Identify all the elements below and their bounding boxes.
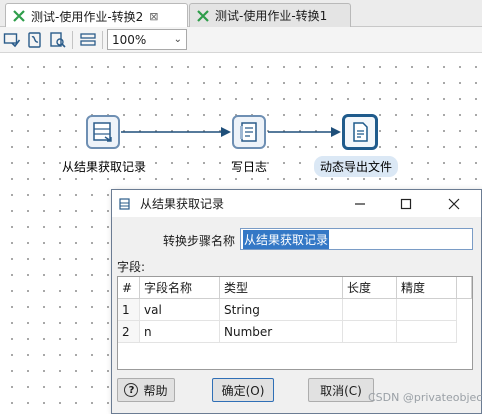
cancel-label: 取消(C)	[320, 383, 362, 398]
ok-label: 确定(O)	[221, 383, 265, 398]
column-header[interactable]: #	[118, 277, 140, 299]
step-dynamic-export-file[interactable]	[342, 114, 378, 150]
field-type-cell[interactable]: String	[220, 299, 343, 321]
dialog-title: 从结果获取记录	[140, 197, 225, 211]
get-fields-button[interactable]	[78, 30, 98, 50]
column-header[interactable]: 精度	[397, 277, 457, 299]
help-button[interactable]: ? 帮助	[117, 378, 175, 402]
maximize-button[interactable]	[383, 190, 429, 217]
ok-button[interactable]: 确定(O)	[212, 378, 274, 402]
run-button[interactable]	[25, 30, 45, 50]
column-header-filler	[457, 277, 472, 299]
tab-transformation-2[interactable]: 测试-使用作业-转换2 ⊠	[5, 3, 188, 28]
row-number[interactable]: 1	[118, 299, 140, 321]
transformation-icon	[13, 10, 25, 22]
help-icon: ?	[124, 383, 139, 397]
field-name-cell[interactable]: n	[140, 321, 220, 343]
close-icon	[448, 198, 460, 209]
chevron-down-icon: ⌄	[173, 34, 182, 45]
step-name-value: 从结果获取记录	[243, 229, 330, 249]
minimize-button[interactable]	[337, 190, 383, 217]
row-number[interactable]: 2	[118, 321, 140, 343]
preview-button[interactable]	[48, 30, 68, 50]
cancel-button[interactable]: 取消(C)	[308, 378, 374, 402]
transformation-icon	[197, 9, 209, 22]
toolbar-divider	[102, 31, 103, 49]
get-rows-from-result-dialog: 从结果获取记录 转换步骤名称 从结果获取记录 字段: # 字段名称 类型 长度 …	[111, 189, 482, 414]
tab-transformation-1[interactable]: 测试-使用作业-转换1	[189, 3, 351, 27]
fields-icon	[80, 33, 96, 46]
get-rows-from-result-icon	[119, 197, 130, 210]
field-precision-cell[interactable]	[397, 321, 457, 343]
preview-icon	[50, 32, 66, 48]
field-length-cell[interactable]	[343, 299, 397, 321]
column-header[interactable]: 类型	[220, 277, 343, 299]
zoom-value: 100%	[112, 32, 147, 47]
dynamic-export-file-icon	[353, 122, 368, 142]
close-tab-icon[interactable]: ⊠	[149, 10, 158, 23]
field-length-cell[interactable]	[343, 321, 397, 343]
step-name-label: 转换步骤名称	[163, 234, 236, 248]
tab-strip: 测试-使用作业-转换2 ⊠ 测试-使用作业-转换1	[0, 0, 482, 28]
step-name-input[interactable]: 从结果获取记录	[240, 228, 473, 250]
close-button[interactable]	[431, 190, 477, 217]
field-name-cell[interactable]: val	[140, 299, 220, 321]
step-label: 写日志	[230, 160, 267, 174]
step-get-rows-from-result[interactable]	[86, 115, 120, 149]
run-icon	[28, 32, 41, 48]
field-precision-cell[interactable]	[397, 299, 457, 321]
minimize-icon	[355, 202, 365, 205]
column-header[interactable]: 长度	[343, 277, 397, 299]
step-label: 从结果获取记录	[61, 160, 146, 174]
step-write-to-log[interactable]	[232, 115, 266, 149]
step-label: 动态导出文件	[314, 156, 399, 177]
help-label: 帮助	[143, 383, 168, 398]
verify-button[interactable]	[2, 30, 22, 50]
maximize-icon	[400, 198, 412, 209]
get-rows-from-result-icon	[93, 122, 112, 142]
toolbar-divider	[72, 31, 73, 49]
write-to-log-icon	[240, 122, 257, 142]
tab-label: 测试-使用作业-转换2	[31, 9, 144, 24]
column-header[interactable]: 字段名称	[140, 277, 220, 299]
toolbar: 100% ⌄	[0, 27, 482, 53]
tab-label: 测试-使用作业-转换1	[215, 9, 328, 23]
watermark: CSDN @privateobject	[368, 391, 482, 404]
verify-icon	[3, 33, 21, 48]
field-type-cell[interactable]: Number	[220, 321, 343, 343]
fields-table[interactable]: # 字段名称 类型 长度 精度 1 val String 2 n Number	[117, 276, 473, 370]
zoom-select[interactable]: 100% ⌄	[107, 29, 187, 50]
fields-label: 字段:	[117, 260, 146, 274]
